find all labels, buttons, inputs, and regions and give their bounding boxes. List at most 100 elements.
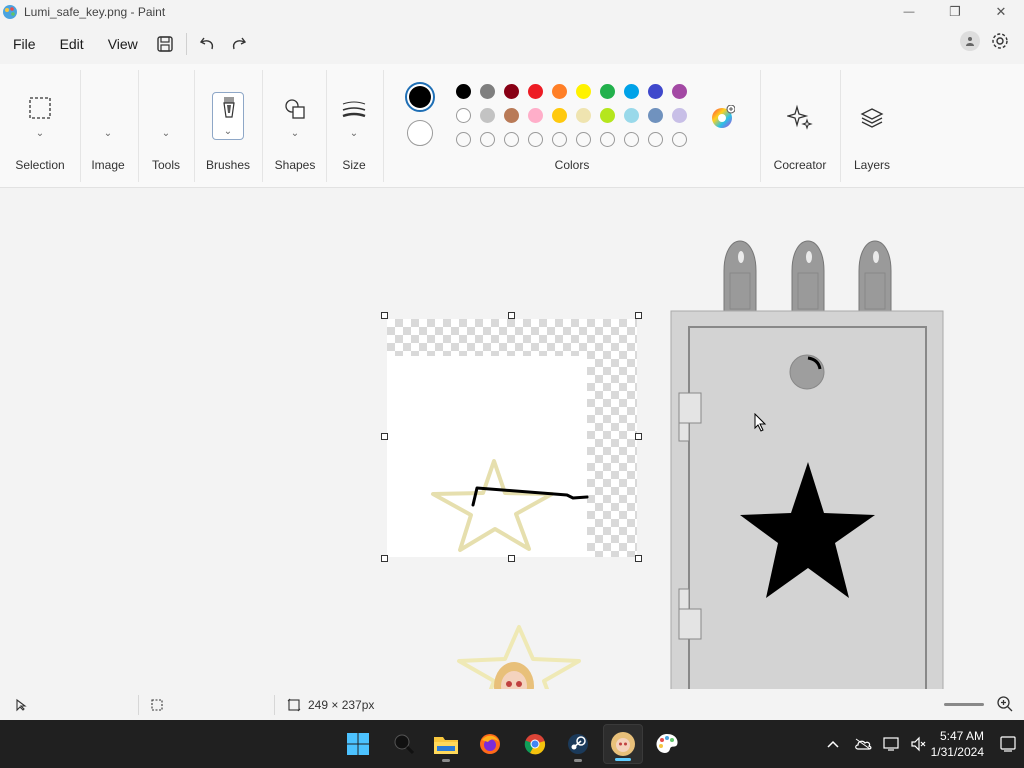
palette-color-swatch[interactable] [480, 84, 495, 99]
resize-handle-ne[interactable] [635, 312, 642, 319]
search-button[interactable] [384, 724, 424, 764]
tools-group[interactable]: ⌄ Tools [138, 68, 194, 184]
settings-button[interactable] [988, 29, 1012, 53]
minimize-button[interactable]: — [886, 0, 932, 24]
custom-color-slot[interactable] [552, 132, 567, 147]
search-icon [394, 734, 415, 755]
palette-color-swatch[interactable] [528, 84, 543, 99]
palette-color-swatch[interactable] [576, 108, 591, 123]
shapes-group[interactable]: ⌄ Shapes [264, 68, 326, 184]
palette-color-swatch[interactable] [624, 108, 639, 123]
custom-color-slot[interactable] [624, 132, 639, 147]
cocreator-group[interactable]: Cocreator [762, 68, 838, 184]
resize-handle-nw[interactable] [381, 312, 388, 319]
taskbar-chrome[interactable] [515, 724, 555, 764]
selection-label: Selection [15, 158, 65, 172]
palette-color-swatch[interactable] [456, 108, 471, 123]
palette-color-swatch[interactable] [672, 84, 687, 99]
palette-color-swatch[interactable] [528, 108, 543, 123]
image-label: Image [91, 158, 125, 172]
primary-color-dot [409, 86, 431, 108]
palette-color-swatch[interactable] [480, 108, 495, 123]
gear-icon [992, 33, 1008, 49]
palette-color-swatch[interactable] [456, 84, 471, 99]
palette-color-swatch[interactable] [600, 108, 615, 123]
palette-color-swatch[interactable] [648, 108, 663, 123]
volume-button[interactable] [905, 736, 931, 752]
palette-color-swatch[interactable] [672, 108, 687, 123]
resize-handle-n[interactable] [508, 312, 515, 319]
drawing-canvas[interactable] [387, 319, 637, 557]
selection-icon [29, 97, 51, 119]
palette-color-swatch[interactable] [624, 84, 639, 99]
palette-color-swatch[interactable] [648, 84, 663, 99]
close-button[interactable]: ✕ [978, 0, 1024, 24]
canvas-workspace[interactable] [0, 189, 1024, 689]
custom-color-slot[interactable] [456, 132, 471, 147]
window-title: Lumi_safe_key.png - Paint [24, 5, 166, 19]
custom-color-slot[interactable] [600, 132, 615, 147]
palette-color-swatch[interactable] [552, 108, 567, 123]
image-group[interactable]: ⌄ Image [80, 68, 136, 184]
taskbar-steam[interactable] [558, 724, 598, 764]
taskbar-firefox[interactable] [470, 724, 510, 764]
taskbar-lumi-app[interactable] [603, 724, 643, 764]
start-button[interactable] [338, 724, 378, 764]
undo-icon [199, 37, 213, 50]
primary-color-swatch[interactable] [405, 82, 435, 112]
redo-button[interactable] [223, 29, 253, 59]
windows-logo-icon [347, 733, 369, 755]
resize-handle-e[interactable] [635, 433, 642, 440]
clock[interactable]: 5:47 AM 1/31/2024 [931, 728, 984, 760]
person-icon [966, 37, 974, 46]
palette-color-swatch[interactable] [576, 84, 591, 99]
custom-color-slot[interactable] [672, 132, 687, 147]
palette-color-swatch[interactable] [504, 108, 519, 123]
maximize-button[interactable]: ❐ [932, 0, 978, 24]
ribbon-toolbar: ⌄ Selection ⌄ Image ⌄ Tools ⌄ Brushes ⌄ … [0, 64, 1024, 188]
star-outline-with-stroke [431, 459, 589, 552]
zoom-in-button[interactable] [996, 695, 1014, 713]
menu-view[interactable]: View [96, 29, 150, 59]
custom-color-slot[interactable] [504, 132, 519, 147]
menu-file[interactable]: File [0, 29, 48, 59]
palette-color-swatch[interactable] [600, 84, 615, 99]
custom-color-slot[interactable] [648, 132, 663, 147]
account-button[interactable] [960, 31, 980, 51]
group-divider [760, 70, 761, 182]
chrome-icon [524, 734, 546, 755]
network-button[interactable] [879, 736, 905, 752]
palette-color-swatch[interactable] [504, 84, 519, 99]
resize-handle-sw[interactable] [381, 555, 388, 562]
group-divider [194, 70, 195, 182]
custom-color-slot[interactable] [576, 132, 591, 147]
selection-group[interactable]: ⌄ Selection [0, 68, 80, 184]
taskbar-file-explorer[interactable] [426, 724, 466, 764]
save-button[interactable] [150, 29, 180, 59]
secondary-color-swatch[interactable] [407, 120, 433, 146]
layers-group[interactable]: Layers [842, 68, 902, 184]
taskbar-paint[interactable] [647, 724, 687, 764]
onedrive-button[interactable] [847, 738, 879, 750]
custom-color-slot[interactable] [528, 132, 543, 147]
size-group[interactable]: ⌄ Size [326, 68, 382, 184]
brushes-label: Brushes [205, 158, 251, 172]
menu-edit[interactable]: Edit [48, 29, 96, 59]
brush-button[interactable]: ⌄ [212, 92, 244, 140]
brushes-group[interactable]: ⌄ Brushes [196, 68, 260, 184]
notifications-button[interactable] [992, 735, 1024, 753]
edit-colors-button[interactable] [711, 104, 736, 129]
undo-button[interactable] [193, 29, 223, 59]
custom-color-slot[interactable] [480, 132, 495, 147]
resize-handle-se[interactable] [635, 555, 642, 562]
show-hidden-icons-button[interactable] [819, 740, 847, 748]
resize-handle-w[interactable] [381, 433, 388, 440]
lumi-app-icon [611, 732, 635, 756]
group-divider [840, 70, 841, 182]
status-bar: 249 × 237px [0, 689, 1024, 720]
pointer-icon [16, 698, 27, 711]
resize-handle-s[interactable] [508, 555, 515, 562]
palette-color-swatch[interactable] [552, 84, 567, 99]
notification-icon [1000, 736, 1016, 752]
zoom-slider[interactable] [944, 703, 984, 706]
